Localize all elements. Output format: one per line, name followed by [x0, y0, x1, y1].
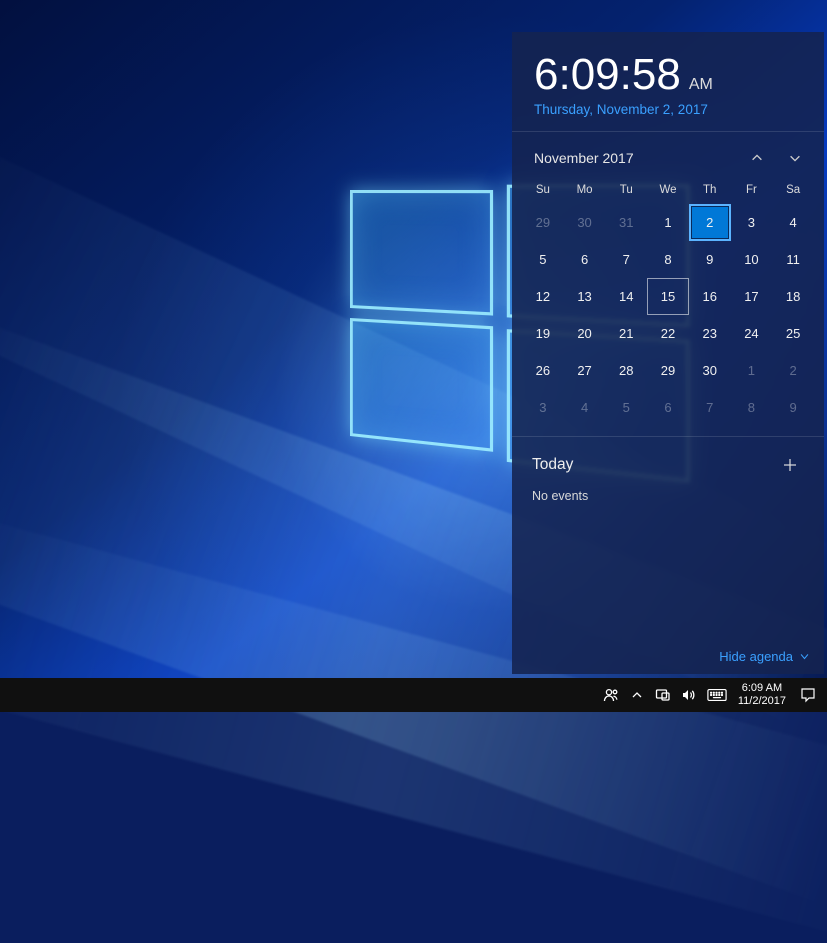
- calendar-day[interactable]: 1: [731, 352, 773, 389]
- calendar-day[interactable]: 5: [605, 389, 647, 426]
- chevron-down-icon: [799, 651, 810, 662]
- notifications-icon: [800, 687, 816, 703]
- calendar-day[interactable]: 14: [605, 278, 647, 315]
- calendar-dow: We: [647, 180, 689, 204]
- hide-agenda-label: Hide agenda: [719, 649, 793, 664]
- calendar-day[interactable]: 4: [772, 204, 814, 241]
- calendar-day[interactable]: 24: [731, 315, 773, 352]
- calendar-day[interactable]: 10: [731, 241, 773, 278]
- flyout-date-link[interactable]: Thursday, November 2, 2017: [534, 102, 802, 117]
- calendar-day[interactable]: 23: [689, 315, 731, 352]
- calendar-day[interactable]: 12: [522, 278, 564, 315]
- volume-button[interactable]: [676, 678, 702, 712]
- clock-calendar-flyout: 6:09:58 AM Thursday, November 2, 2017 No…: [512, 32, 824, 674]
- calendar-day[interactable]: 31: [605, 204, 647, 241]
- calendar-day[interactable]: 22: [647, 315, 689, 352]
- tray-overflow-button[interactable]: [624, 678, 650, 712]
- project-button[interactable]: [650, 678, 676, 712]
- calendar-day[interactable]: 6: [647, 389, 689, 426]
- calendar-prev-button[interactable]: [738, 144, 776, 172]
- chevron-down-icon: [788, 151, 802, 165]
- calendar-day-today[interactable]: 2: [689, 204, 731, 241]
- people-button[interactable]: [598, 678, 624, 712]
- calendar-day[interactable]: 27: [564, 352, 606, 389]
- calendar-day[interactable]: 17: [731, 278, 773, 315]
- calendar-day[interactable]: 5: [522, 241, 564, 278]
- calendar-day[interactable]: 30: [564, 204, 606, 241]
- calendar-day[interactable]: 3: [731, 204, 773, 241]
- calendar-day[interactable]: 13: [564, 278, 606, 315]
- calendar-month-label[interactable]: November 2017: [534, 150, 738, 166]
- plus-icon: [782, 457, 798, 473]
- calendar-day[interactable]: 29: [647, 352, 689, 389]
- calendar-day[interactable]: 7: [689, 389, 731, 426]
- calendar-day[interactable]: 4: [564, 389, 606, 426]
- calendar-day[interactable]: 28: [605, 352, 647, 389]
- calendar-dow: Tu: [605, 180, 647, 204]
- calendar-day[interactable]: 11: [772, 241, 814, 278]
- hide-agenda-button[interactable]: Hide agenda: [719, 649, 810, 664]
- taskbar-time: 6:09 AM: [738, 682, 786, 695]
- calendar-day[interactable]: 25: [772, 315, 814, 352]
- speaker-icon: [681, 687, 697, 703]
- chevron-up-icon: [629, 687, 645, 703]
- calendar-day[interactable]: 30: [689, 352, 731, 389]
- calendar-day[interactable]: 26: [522, 352, 564, 389]
- touch-keyboard-button[interactable]: [702, 678, 732, 712]
- calendar-day[interactable]: 15: [647, 278, 689, 315]
- calendar-day[interactable]: 9: [689, 241, 731, 278]
- add-event-button[interactable]: [776, 451, 804, 479]
- calendar-next-button[interactable]: [776, 144, 814, 172]
- calendar-day[interactable]: 7: [605, 241, 647, 278]
- calendar-day[interactable]: 19: [522, 315, 564, 352]
- chevron-up-icon: [750, 151, 764, 165]
- agenda-title: Today: [532, 456, 776, 474]
- calendar-day[interactable]: 8: [647, 241, 689, 278]
- calendar-day[interactable]: 3: [522, 389, 564, 426]
- calendar-dow: Su: [522, 180, 564, 204]
- calendar-dow: Mo: [564, 180, 606, 204]
- calendar-day[interactable]: 20: [564, 315, 606, 352]
- calendar-day[interactable]: 21: [605, 315, 647, 352]
- calendar-day[interactable]: 9: [772, 389, 814, 426]
- calendar-dow: Th: [689, 180, 731, 204]
- taskbar-clock[interactable]: 6:09 AM 11/2/2017: [732, 682, 794, 707]
- calendar-grid: SuMoTuWeThFrSa29303112345678910111213141…: [512, 180, 824, 436]
- taskbar: 6:09 AM 11/2/2017: [0, 678, 827, 712]
- people-icon: [603, 687, 619, 703]
- action-center-button[interactable]: [794, 687, 822, 703]
- calendar-dow: Fr: [731, 180, 773, 204]
- calendar-day[interactable]: 29: [522, 204, 564, 241]
- calendar-day[interactable]: 16: [689, 278, 731, 315]
- calendar-day[interactable]: 1: [647, 204, 689, 241]
- calendar-day[interactable]: 2: [772, 352, 814, 389]
- agenda-empty-text: No events: [532, 489, 804, 503]
- flyout-time: 6:09:58: [534, 50, 681, 100]
- calendar-day[interactable]: 18: [772, 278, 814, 315]
- calendar-day[interactable]: 6: [564, 241, 606, 278]
- agenda-section: Today No events Hide agenda: [512, 437, 824, 674]
- taskbar-date: 11/2/2017: [738, 695, 786, 708]
- project-icon: [655, 687, 671, 703]
- keyboard-icon: [707, 688, 727, 702]
- flyout-ampm: AM: [689, 76, 713, 94]
- calendar-dow: Sa: [772, 180, 814, 204]
- calendar-day[interactable]: 8: [731, 389, 773, 426]
